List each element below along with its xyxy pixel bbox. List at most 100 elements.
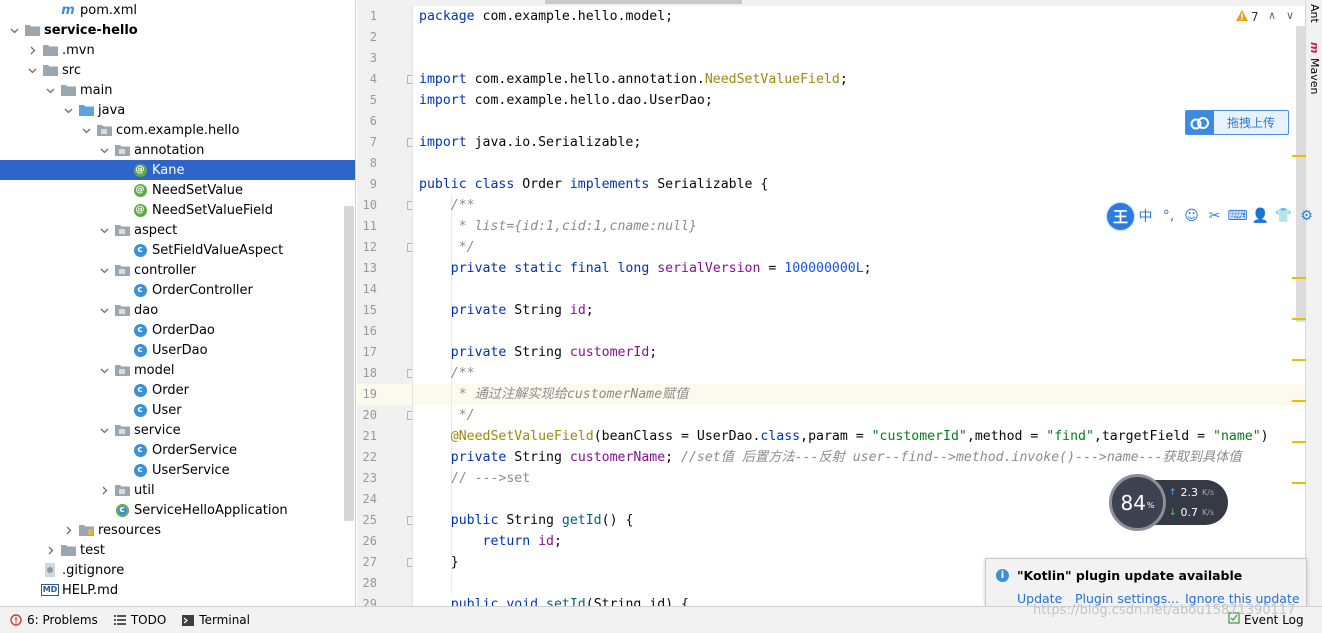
tree-item[interactable]: util: [0, 480, 355, 500]
code-line[interactable]: private String customerId;: [419, 342, 657, 363]
tree-item[interactable]: m pom.xml: [0, 0, 355, 20]
warning-marker[interactable]: [1292, 277, 1306, 279]
problems-tab[interactable]: 6: Problems: [10, 613, 98, 627]
line-number[interactable]: 23: [357, 468, 377, 489]
chevron-right-icon[interactable]: [98, 484, 110, 496]
code-line[interactable]: private static final long serialVersion …: [419, 258, 872, 279]
tree-item[interactable]: c User: [0, 400, 355, 420]
line-number[interactable]: 20: [357, 405, 377, 426]
ime-skin-icon[interactable]: 👕: [1272, 205, 1295, 227]
ime-settings-icon[interactable]: ⚙: [1295, 205, 1318, 227]
line-number[interactable]: 5: [357, 90, 377, 111]
line-number[interactable]: 24: [357, 489, 377, 510]
line-number[interactable]: 22: [357, 447, 377, 468]
tree-item[interactable]: controller: [0, 260, 355, 280]
code-line[interactable]: /**: [419, 195, 475, 216]
tree-item[interactable]: annotation: [0, 140, 355, 160]
code-line[interactable]: private String customerName; //set值 后置方法…: [419, 447, 1242, 468]
line-number[interactable]: 26: [357, 531, 377, 552]
tree-item[interactable]: com.example.hello: [0, 120, 355, 140]
line-number[interactable]: 14: [357, 279, 377, 300]
line-number[interactable]: 8: [357, 153, 377, 174]
line-number[interactable]: 25: [357, 510, 377, 531]
tree-item[interactable]: @ NeedSetValue: [0, 180, 355, 200]
warning-marker[interactable]: [1292, 441, 1306, 443]
code-line[interactable]: public class Order implements Serializab…: [419, 174, 768, 195]
chevron-down-icon[interactable]: [80, 124, 92, 136]
chevron-right-icon[interactable]: [44, 544, 56, 556]
ime-keyboard-icon[interactable]: ⌨: [1226, 205, 1249, 227]
tree-item[interactable]: c OrderService: [0, 440, 355, 460]
tree-item[interactable]: service: [0, 420, 355, 440]
line-number-gutter[interactable]: 1 2 3 4 5 6 7 8 9 10 11 12 13 14 15 16 17 18 19 20 21 22 23 24 2…: [357, 6, 413, 606]
line-number[interactable]: 7: [357, 132, 377, 153]
code-line[interactable]: package com.example.hello.model;: [419, 6, 673, 27]
chevron-down-icon[interactable]: [62, 104, 74, 116]
line-number[interactable]: 1: [357, 6, 377, 27]
code-line[interactable]: // --->set: [419, 468, 530, 489]
tree-item[interactable]: test: [0, 540, 355, 560]
project-tree[interactable]: m pom.xml service-hello .mvn src main java com.…: [0, 0, 356, 606]
code-line[interactable]: import com.example.hello.annotation.Need…: [419, 69, 848, 90]
line-number[interactable]: 13: [357, 258, 377, 279]
tree-item[interactable]: @ NeedSetValueField: [0, 200, 355, 220]
line-number[interactable]: 28: [357, 573, 377, 594]
tree-item[interactable]: src: [0, 60, 355, 80]
todo-tab[interactable]: TODO: [113, 613, 166, 627]
tree-item[interactable]: @ Kane: [0, 160, 355, 180]
ime-emoji-icon[interactable]: ☺: [1180, 205, 1203, 227]
line-number[interactable]: 27: [357, 552, 377, 573]
line-number[interactable]: 2: [357, 27, 377, 48]
warning-marker[interactable]: [1292, 482, 1306, 484]
tree-item[interactable]: MD HELP.md: [0, 580, 355, 600]
network-monitor-widget[interactable]: ↑ 2.3 K/s ↓ 0.7 K/s 84%: [1109, 474, 1228, 531]
line-number[interactable]: 19: [357, 384, 377, 405]
code-line[interactable]: */: [419, 405, 475, 426]
tree-item[interactable]: c OrderController: [0, 280, 355, 300]
ime-chinese-mode[interactable]: 中: [1134, 205, 1157, 227]
inspection-widget[interactable]: 7: [1236, 10, 1259, 24]
tree-item[interactable]: c ServiceHelloApplication: [0, 500, 355, 520]
chevron-down-icon[interactable]: [98, 424, 110, 436]
tree-item[interactable]: c Order: [0, 380, 355, 400]
line-number[interactable]: 11: [357, 216, 377, 237]
code-line[interactable]: */: [419, 237, 475, 258]
line-number[interactable]: 12: [357, 237, 377, 258]
tree-item[interactable]: service-hello: [0, 20, 355, 40]
ime-screenshot-icon[interactable]: ✂: [1203, 205, 1226, 227]
code-line[interactable]: @NeedSetValueField(beanClass = UserDao.c…: [419, 426, 1269, 447]
tree-item[interactable]: model: [0, 360, 355, 380]
ant-tool-tab[interactable]: Ant: [1308, 4, 1321, 23]
previous-highlight-icon[interactable]: ∧: [1268, 9, 1276, 22]
chevron-down-icon[interactable]: [98, 264, 110, 276]
code-line[interactable]: return id;: [419, 531, 562, 552]
line-number[interactable]: 29: [357, 594, 377, 606]
warning-marker[interactable]: [1292, 318, 1306, 320]
line-number[interactable]: 17: [357, 342, 377, 363]
ime-logo-icon[interactable]: 王: [1107, 202, 1134, 230]
code-line[interactable]: private String id;: [419, 300, 594, 321]
ime-punctuation-icon[interactable]: °,: [1157, 205, 1180, 227]
terminal-tab[interactable]: Terminal: [182, 613, 250, 627]
tree-item[interactable]: c UserDao: [0, 340, 355, 360]
maven-tool-tab[interactable]: Maven: [1308, 58, 1321, 94]
warning-marker[interactable]: [1292, 400, 1306, 402]
line-number[interactable]: 10: [357, 195, 377, 216]
next-highlight-icon[interactable]: ∨: [1286, 9, 1294, 22]
tree-item[interactable]: .mvn: [0, 40, 355, 60]
line-number[interactable]: 6: [357, 111, 377, 132]
chevron-down-icon[interactable]: [26, 64, 38, 76]
code-line[interactable]: public void setId(String id) {: [419, 594, 689, 606]
ime-toolbar[interactable]: 王 中 °, ☺ ✂ ⌨ 👤 👕 ⚙: [1107, 201, 1322, 231]
chevron-down-icon[interactable]: [98, 364, 110, 376]
chevron-down-icon[interactable]: [44, 84, 56, 96]
tree-item[interactable]: .gitignore: [0, 560, 355, 580]
code-line[interactable]: public String getId() {: [419, 510, 634, 531]
tree-item[interactable]: dao: [0, 300, 355, 320]
chevron-down-icon[interactable]: [98, 224, 110, 236]
chevron-right-icon[interactable]: [62, 524, 74, 536]
tree-scrollbar[interactable]: [344, 206, 354, 521]
line-number[interactable]: 21: [357, 426, 377, 447]
chevron-right-icon[interactable]: [26, 44, 38, 56]
line-number[interactable]: 15: [357, 300, 377, 321]
